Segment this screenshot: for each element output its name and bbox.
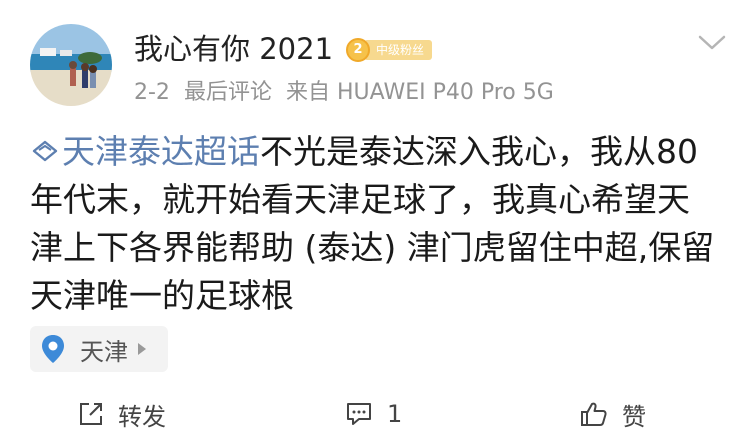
comment-count: 1 bbox=[387, 400, 403, 428]
like-label: 赞 bbox=[622, 402, 646, 431]
chevron-right-icon bbox=[138, 343, 146, 355]
post-date: 2-2 bbox=[134, 80, 170, 105]
post-content: 天津泰达超话不光是泰达深入我心，我从80年代末，就开始看天津足球了，我真心希望天… bbox=[30, 128, 720, 320]
action-bar: 转发 1 赞 bbox=[0, 384, 750, 440]
avatar[interactable] bbox=[30, 24, 112, 106]
chevron-down-icon[interactable] bbox=[696, 30, 728, 54]
fan-level-badge[interactable]: 2 中级粉丝 bbox=[346, 38, 433, 62]
topic-link[interactable]: 天津泰达超话 bbox=[30, 132, 260, 171]
weibo-post-card: 我心有你 2021 2 中级粉丝 2-2 最后评论 来自 HUAWEI P40 Pr… bbox=[0, 0, 750, 440]
post-meta: 2-2 最后评论 来自 HUAWEI P40 Pro 5G bbox=[134, 78, 568, 108]
share-button[interactable]: 转发 bbox=[78, 398, 166, 431]
comment-button[interactable]: 1 bbox=[345, 398, 402, 430]
map-pin-icon bbox=[42, 335, 64, 363]
like-button[interactable]: 赞 bbox=[580, 398, 646, 431]
post-source[interactable]: 来自 HUAWEI P40 Pro 5G bbox=[286, 80, 554, 105]
thumbs-up-icon bbox=[581, 402, 607, 426]
fan-level-number: 2 bbox=[346, 38, 370, 62]
fan-level-label: 中级粉丝 bbox=[364, 40, 433, 60]
author-name[interactable]: 我心有你 2021 bbox=[134, 31, 333, 67]
comment-icon bbox=[347, 403, 371, 425]
diamond-topic-icon bbox=[32, 140, 58, 162]
share-icon bbox=[80, 403, 102, 425]
location-chip[interactable]: 天津 bbox=[30, 326, 168, 372]
topic-label[interactable]: 天津泰达超话 bbox=[62, 132, 260, 171]
last-comment-label: 最后评论 bbox=[183, 80, 272, 105]
share-label: 转发 bbox=[118, 402, 166, 431]
location-label: 天津 bbox=[80, 337, 128, 366]
